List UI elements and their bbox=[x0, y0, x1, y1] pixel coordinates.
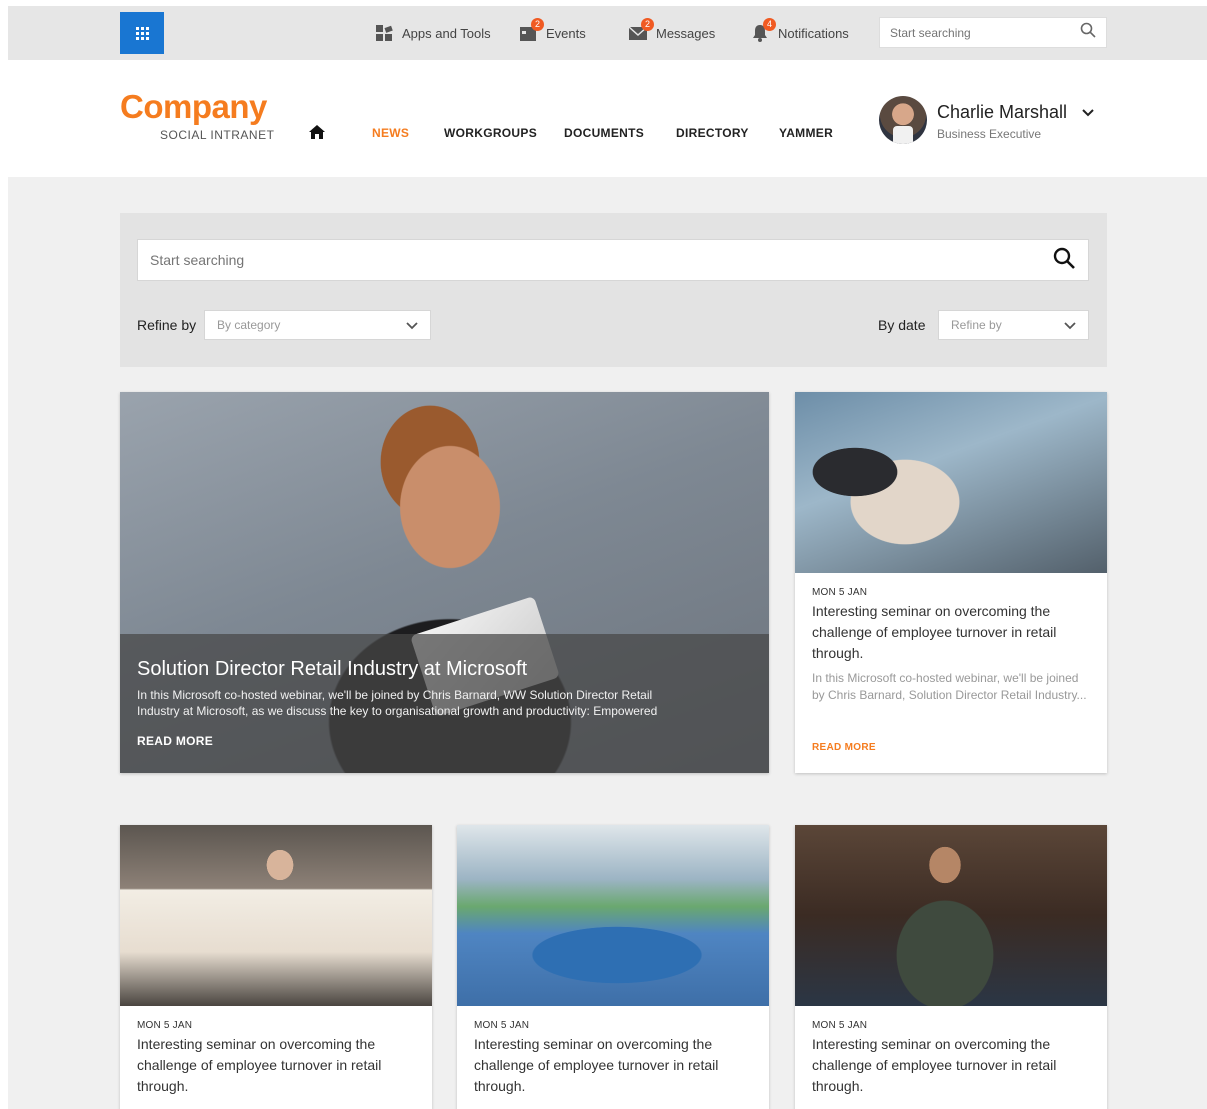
brand-subtitle: SOCIAL INTRANET bbox=[160, 128, 275, 142]
home-icon[interactable] bbox=[308, 124, 326, 140]
user-name: Charlie Marshall bbox=[937, 102, 1068, 122]
main-search-field[interactable] bbox=[137, 239, 1089, 281]
featured-description: In this Microsoft co-hosted webinar, we'… bbox=[137, 688, 658, 718]
notifications-label: Notifications bbox=[778, 25, 849, 41]
apps-grid-icon bbox=[135, 26, 149, 40]
top-search-field[interactable] bbox=[879, 17, 1107, 48]
brand-logo[interactable]: Company SOCIAL INTRANET bbox=[120, 88, 274, 142]
user-role: Business Executive bbox=[937, 127, 1042, 141]
events-label: Events bbox=[546, 25, 586, 41]
card-image bbox=[120, 825, 432, 1006]
top-bar: Apps and Tools 2 Events 2 Messages 4 Not… bbox=[8, 6, 1207, 60]
card-description: In this Microsoft co-hosted webinar, we'… bbox=[812, 671, 1087, 702]
events-badge: 2 bbox=[531, 18, 544, 31]
events-link[interactable]: 2 Events bbox=[518, 6, 586, 60]
user-menu[interactable]: Charlie Marshall Business Executive bbox=[879, 96, 1109, 146]
notifications-link[interactable]: 4 Notifications bbox=[750, 6, 849, 60]
filter-panel: Refine by By category By date Refine by bbox=[120, 213, 1107, 367]
card-title[interactable]: Interesting seminar on overcoming the ch… bbox=[812, 601, 1082, 664]
date-select[interactable]: Refine by bbox=[938, 310, 1089, 340]
category-select[interactable]: By category bbox=[204, 310, 431, 340]
calendar-icon: 2 bbox=[518, 18, 544, 42]
avatar bbox=[879, 96, 927, 144]
app-launcher-button[interactable] bbox=[120, 12, 164, 54]
messages-label: Messages bbox=[656, 25, 716, 41]
card-date: MON 5 JAN bbox=[812, 587, 868, 598]
page: Apps and Tools 2 Events 2 Messages 4 Not… bbox=[0, 0, 1207, 1109]
news-card[interactable]: MON 5 JAN Interesting seminar on overcom… bbox=[795, 392, 1107, 773]
card-date: MON 5 JAN bbox=[812, 1020, 868, 1031]
chevron-down-icon[interactable] bbox=[1081, 106, 1095, 120]
news-card[interactable]: MON 5 JAN Interesting seminar on overcom… bbox=[120, 825, 432, 1109]
content-area: Refine by By category By date Refine by … bbox=[8, 177, 1207, 1109]
apps-and-tools-label: Apps and Tools bbox=[402, 25, 491, 41]
refine-by-label: Refine by bbox=[137, 317, 197, 333]
card-title[interactable]: Interesting seminar on overcoming the ch… bbox=[474, 1034, 744, 1097]
search-icon[interactable] bbox=[1080, 22, 1096, 43]
nav-documents[interactable]: DOCUMENTS bbox=[564, 126, 644, 140]
news-card[interactable]: MON 5 JAN Interesting seminar on overcom… bbox=[457, 825, 769, 1109]
nav-yammer[interactable]: YAMMER bbox=[779, 126, 833, 140]
messages-badge: 2 bbox=[641, 18, 654, 31]
card-date: MON 5 JAN bbox=[137, 1020, 193, 1031]
featured-read-more-link[interactable]: READ MORE bbox=[137, 734, 213, 748]
nav-workgroups[interactable]: WORKGROUPS bbox=[444, 126, 537, 140]
card-title[interactable]: Interesting seminar on overcoming the ch… bbox=[812, 1034, 1082, 1097]
apps-and-tools-link[interactable]: Apps and Tools bbox=[374, 6, 491, 60]
card-image bbox=[795, 825, 1107, 1006]
by-date-label: By date bbox=[878, 317, 926, 333]
main-search-input[interactable] bbox=[150, 252, 1052, 268]
card-image bbox=[795, 392, 1107, 573]
category-select-value: By category bbox=[217, 318, 281, 332]
news-card[interactable]: MON 5 JAN Interesting seminar on overcom… bbox=[795, 825, 1107, 1109]
notifications-badge: 4 bbox=[763, 18, 776, 31]
messages-link[interactable]: 2 Messages bbox=[628, 6, 715, 60]
bell-icon: 4 bbox=[750, 18, 776, 42]
chevron-down-icon bbox=[1064, 320, 1076, 332]
brand-name: Company bbox=[120, 88, 267, 125]
nav-news[interactable]: NEWS bbox=[372, 126, 409, 140]
card-date: MON 5 JAN bbox=[474, 1020, 530, 1031]
apps-tools-icon bbox=[374, 24, 394, 42]
featured-title[interactable]: Solution Director Retail Industry at Mic… bbox=[137, 658, 527, 681]
date-select-value: Refine by bbox=[951, 318, 1002, 332]
mail-icon: 2 bbox=[628, 18, 654, 42]
card-title[interactable]: Interesting seminar on overcoming the ch… bbox=[137, 1034, 407, 1097]
card-read-more-link[interactable]: READ MORE bbox=[812, 742, 876, 753]
card-image bbox=[457, 825, 769, 1006]
top-search-input[interactable] bbox=[890, 25, 1080, 40]
nav-directory[interactable]: DIRECTORY bbox=[676, 126, 749, 140]
search-icon[interactable] bbox=[1052, 246, 1076, 275]
chevron-down-icon bbox=[406, 320, 418, 332]
featured-article[interactable]: Solution Director Retail Industry at Mic… bbox=[120, 392, 769, 773]
